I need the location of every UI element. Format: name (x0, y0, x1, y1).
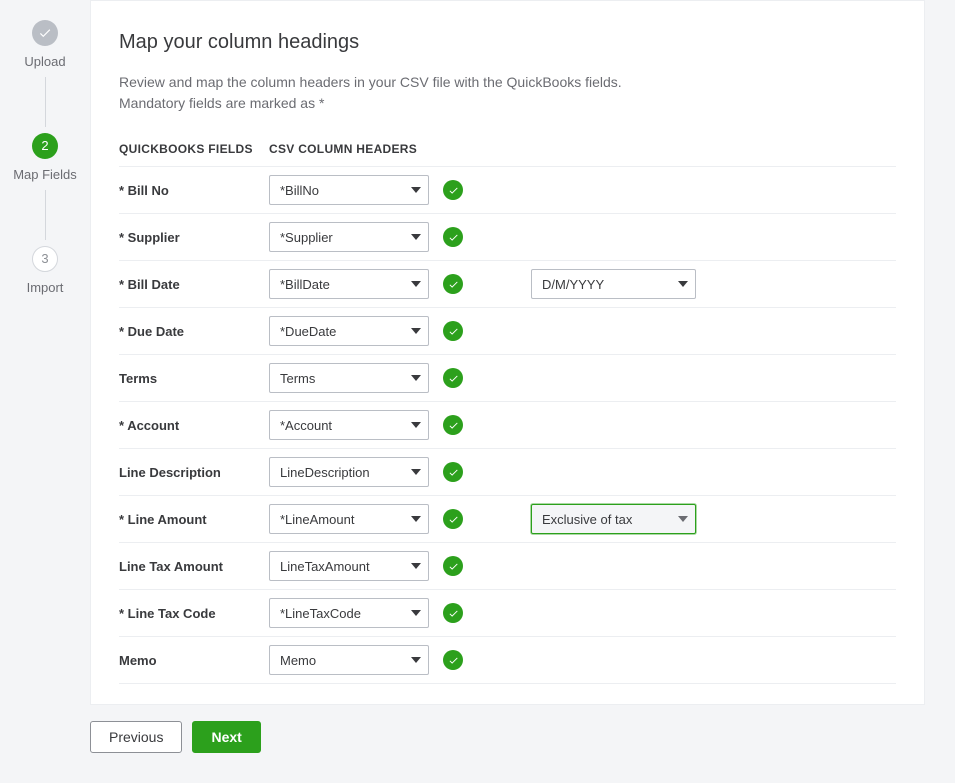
check-icon (443, 556, 463, 576)
check-icon (443, 650, 463, 670)
csv-select-wrap: LineDescription (269, 457, 429, 487)
table-row: * Supplier*Supplier (119, 214, 896, 261)
extra-select-wrap: D/M/YYYY (531, 269, 696, 299)
field-label: Line Description (119, 465, 269, 480)
field-label: Terms (119, 371, 269, 386)
header-csv-columns: CSV COLUMN HEADERS (269, 142, 417, 156)
step-connector (45, 190, 46, 240)
check-icon (443, 274, 463, 294)
csv-select-wrap: *BillDate (269, 269, 429, 299)
step-connector (45, 77, 46, 127)
csv-header-select[interactable]: *Supplier (269, 222, 429, 252)
check-icon (443, 368, 463, 388)
step-number: 2 (41, 138, 48, 153)
check-icon (443, 509, 463, 529)
csv-header-select[interactable]: *LineAmount (269, 504, 429, 534)
table-header: QUICKBOOKS FIELDS CSV COLUMN HEADERS (119, 142, 896, 167)
csv-header-select[interactable]: *BillNo (269, 175, 429, 205)
csv-select-wrap: LineTaxAmount (269, 551, 429, 581)
field-label: * Due Date (119, 324, 269, 339)
table-row: * Due Date*DueDate (119, 308, 896, 355)
table-row: Line DescriptionLineDescription (119, 449, 896, 496)
csv-header-select[interactable]: Terms (269, 363, 429, 393)
check-icon (443, 180, 463, 200)
csv-header-select[interactable]: Memo (269, 645, 429, 675)
table-row: Line Tax AmountLineTaxAmount (119, 543, 896, 590)
field-label: Memo (119, 653, 269, 668)
field-label: * Account (119, 418, 269, 433)
field-label: * Line Amount (119, 512, 269, 527)
tax-treatment-select[interactable]: Exclusive of tax (531, 504, 696, 534)
field-label: * Supplier (119, 230, 269, 245)
step-import: 3 Import (27, 246, 64, 297)
row-controls: *LineAmount Exclusive of tax (269, 504, 696, 534)
field-label: * Bill No (119, 183, 269, 198)
row-controls: *DueDate (269, 316, 463, 346)
check-icon (443, 227, 463, 247)
date-format-select[interactable]: D/M/YYYY (531, 269, 696, 299)
field-label: * Bill Date (119, 277, 269, 292)
extra-select-wrap: Exclusive of tax (531, 504, 696, 534)
table-row: * Bill Date*BillDate D/M/YYYY (119, 261, 896, 308)
csv-header-select[interactable]: *DueDate (269, 316, 429, 346)
check-icon (443, 603, 463, 623)
check-icon (443, 321, 463, 341)
table-row: * Line Tax Code*LineTaxCode (119, 590, 896, 637)
csv-select-wrap: *Account (269, 410, 429, 440)
subtitle-line: Review and map the column headers in you… (119, 74, 622, 90)
csv-select-wrap: *BillNo (269, 175, 429, 205)
wizard-footer: Previous Next (90, 721, 925, 753)
csv-select-wrap: *LineTaxCode (269, 598, 429, 628)
header-quickbooks-fields: QUICKBOOKS FIELDS (119, 142, 269, 156)
csv-select-wrap: *DueDate (269, 316, 429, 346)
csv-header-select[interactable]: LineDescription (269, 457, 429, 487)
table-row: * Bill No*BillNo (119, 167, 896, 214)
csv-header-select[interactable]: *LineTaxCode (269, 598, 429, 628)
table-row: TermsTerms (119, 355, 896, 402)
check-icon (443, 415, 463, 435)
step-number: 3 (41, 251, 48, 266)
page-title: Map your column headings (119, 31, 896, 54)
mapping-card: Map your column headings Review and map … (90, 0, 925, 705)
check-icon (443, 462, 463, 482)
step-label: Map Fields (13, 167, 77, 184)
csv-header-select[interactable]: LineTaxAmount (269, 551, 429, 581)
csv-select-wrap: *Supplier (269, 222, 429, 252)
wizard-stepper: Upload 2 Map Fields 3 Import (0, 0, 90, 783)
csv-select-wrap: Terms (269, 363, 429, 393)
check-icon (38, 26, 52, 40)
next-button[interactable]: Next (192, 721, 260, 753)
table-row: * Account*Account (119, 402, 896, 449)
csv-header-select[interactable]: *BillDate (269, 269, 429, 299)
row-controls: *LineTaxCode (269, 598, 463, 628)
table-row: MemoMemo (119, 637, 896, 684)
row-controls: Memo (269, 645, 463, 675)
csv-select-wrap: *LineAmount (269, 504, 429, 534)
row-controls: Terms (269, 363, 463, 393)
csv-header-select[interactable]: *Account (269, 410, 429, 440)
field-label: Line Tax Amount (119, 559, 269, 574)
table-row: * Line Amount*LineAmount Exclusive of tax (119, 496, 896, 543)
csv-select-wrap: Memo (269, 645, 429, 675)
row-controls: *BillNo (269, 175, 463, 205)
row-controls: LineTaxAmount (269, 551, 463, 581)
step-circle-pending: 3 (32, 246, 58, 272)
row-controls: LineDescription (269, 457, 463, 487)
step-label: Upload (24, 54, 65, 71)
step-circle-done (32, 20, 58, 46)
step-label: Import (27, 280, 64, 297)
subtitle-line: Mandatory fields are marked as * (119, 95, 324, 111)
row-controls: *Account (269, 410, 463, 440)
field-label: * Line Tax Code (119, 606, 269, 621)
page-subtitle: Review and map the column headers in you… (119, 72, 896, 114)
row-controls: *BillDate D/M/YYYY (269, 269, 696, 299)
row-controls: *Supplier (269, 222, 463, 252)
step-circle-active: 2 (32, 133, 58, 159)
previous-button[interactable]: Previous (90, 721, 182, 753)
step-map-fields: 2 Map Fields (13, 133, 77, 184)
step-upload: Upload (24, 20, 65, 71)
